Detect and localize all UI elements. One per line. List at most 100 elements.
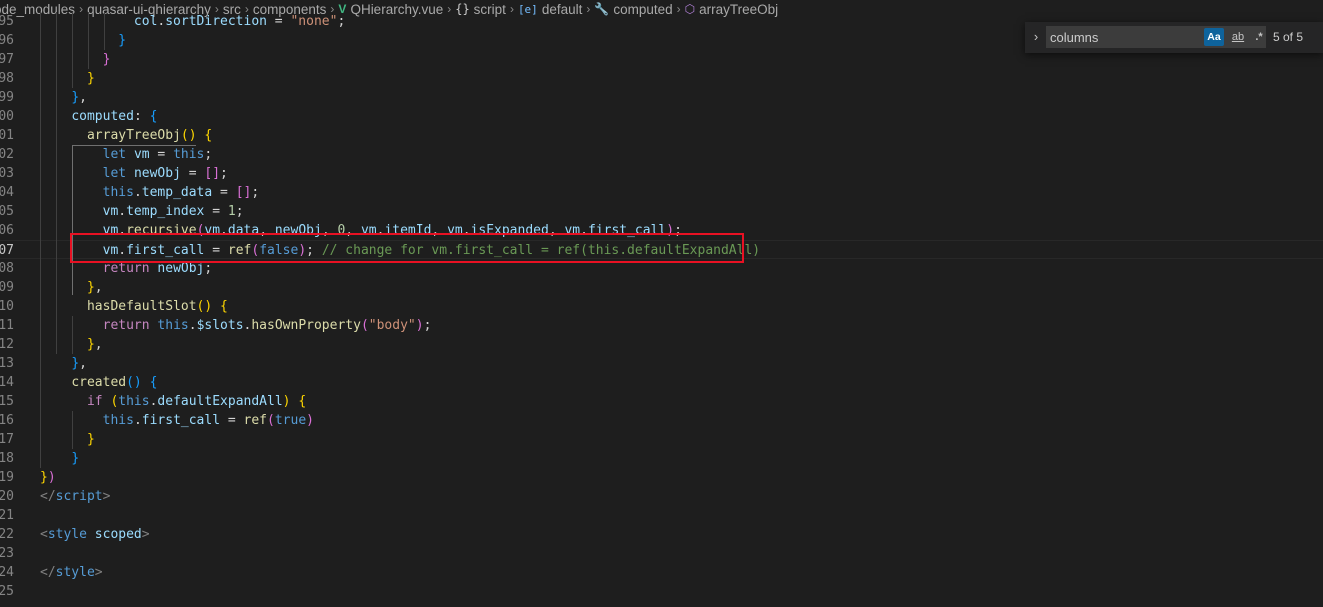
code-line[interactable]: 09 }, xyxy=(0,278,1323,297)
match-count: 5 of 5 xyxy=(1273,30,1304,44)
line-number: 99 xyxy=(0,90,14,105)
line-number: 96 xyxy=(0,33,14,48)
code-token: , xyxy=(79,356,87,371)
code-line[interactable]: 98 } xyxy=(0,69,1323,88)
code-token: this xyxy=(102,413,134,428)
code-text: </style> xyxy=(40,563,103,582)
code-line[interactable]: 22 <style scoped> xyxy=(0,525,1323,544)
code-line[interactable]: 18 } xyxy=(0,449,1323,468)
code-token: . xyxy=(118,204,127,219)
code-text: }, xyxy=(40,278,103,297)
code-token: scoped xyxy=(94,527,142,542)
code-text: }, xyxy=(40,354,87,373)
code-line[interactable]: 24 </style> xyxy=(0,563,1323,582)
code-line[interactable]: 03 let newObj = []; xyxy=(0,164,1323,183)
code-line[interactable]: 21 xyxy=(0,506,1323,525)
indent-guide xyxy=(104,12,105,50)
code-token: this xyxy=(102,185,134,200)
code-token: sortDirection xyxy=(165,14,267,29)
code-token: temp_data xyxy=(141,185,213,200)
code-line[interactable]: 04 this.temp_data = []; xyxy=(0,183,1323,202)
match-whole-word-button[interactable]: ab xyxy=(1228,28,1248,46)
code-line[interactable]: 12 }, xyxy=(0,335,1323,354)
code-token: let xyxy=(102,166,127,181)
code-line[interactable]: 02 let vm = this; xyxy=(0,145,1323,164)
find-input-container: Aa ab .* xyxy=(1046,26,1266,48)
code-text: return this.$slots.hasOwnProperty("body"… xyxy=(40,316,432,335)
find-input[interactable] xyxy=(1050,26,1190,48)
code-line[interactable]: 10 hasDefaultSlot() { xyxy=(0,297,1323,316)
line-number: 95 xyxy=(0,14,14,29)
code-token: </ xyxy=(40,565,56,580)
code-token: } xyxy=(86,71,95,86)
code-line[interactable]: 00 computed: { xyxy=(0,107,1323,126)
code-token: . xyxy=(133,413,142,428)
code-token: hasOwnProperty xyxy=(251,318,361,333)
code-line[interactable]: 20 </script> xyxy=(0,487,1323,506)
code-token: return xyxy=(102,318,150,333)
line-number: 24 xyxy=(0,565,14,580)
toggle-replace-chevron-icon[interactable]: › xyxy=(1029,28,1043,46)
code-token: > xyxy=(141,527,150,542)
code-token: = xyxy=(180,166,205,181)
code-token: } xyxy=(86,280,95,295)
code-text: let vm = this; xyxy=(40,145,213,164)
code-token: let xyxy=(102,147,127,162)
code-token: > xyxy=(94,565,103,580)
code-token: "body" xyxy=(368,318,416,333)
code-line[interactable]: 25 xyxy=(0,582,1323,601)
indent-guide xyxy=(72,411,73,449)
code-token: if xyxy=(86,394,103,409)
code-line[interactable]: 19}) xyxy=(0,468,1323,487)
code-text: arrayTreeObj() { xyxy=(40,126,212,145)
code-line[interactable]: 05 vm.temp_index = 1; xyxy=(0,202,1323,221)
code-token: , xyxy=(94,280,103,295)
line-number: 23 xyxy=(0,546,14,561)
code-token: computed xyxy=(71,109,134,124)
line-number: 04 xyxy=(0,185,14,200)
code-token: this xyxy=(157,318,189,333)
code-line[interactable]: 01 arrayTreeObj() { xyxy=(0,126,1323,145)
code-text: col.sortDirection = "none"; xyxy=(40,12,345,31)
code-token: ) xyxy=(47,470,56,485)
code-line[interactable]: 99 }, xyxy=(0,88,1323,107)
line-number: 00 xyxy=(0,109,14,124)
code-token: this xyxy=(118,394,150,409)
line-number: 20 xyxy=(0,489,14,504)
use-regex-button[interactable]: .* xyxy=(1251,28,1267,46)
code-token: ; xyxy=(251,185,260,200)
code-line[interactable]: 13 }, xyxy=(0,354,1323,373)
code-line[interactable]: 11 return this.$slots.hasOwnProperty("bo… xyxy=(0,316,1323,335)
code-line[interactable]: 23 xyxy=(0,544,1323,563)
match-case-button[interactable]: Aa xyxy=(1204,28,1224,46)
line-number: 01 xyxy=(0,128,14,143)
code-line[interactable]: 14 created() { xyxy=(0,373,1323,392)
indent-guide xyxy=(40,12,41,468)
code-text: <style scoped> xyxy=(40,525,150,544)
code-text: } xyxy=(40,430,95,449)
code-token: = xyxy=(149,147,174,162)
code-text: } xyxy=(40,50,111,69)
code-line[interactable]: 15 if (this.defaultExpandAll) { xyxy=(0,392,1323,411)
line-number: 22 xyxy=(0,527,14,542)
code-token: defaultExpandAll xyxy=(157,394,283,409)
code-line[interactable]: 17 } xyxy=(0,430,1323,449)
code-line[interactable]: 16 this.first_call = ref(true) xyxy=(0,411,1323,430)
line-number: 08 xyxy=(0,261,14,276)
code-text: } xyxy=(40,449,79,468)
line-number: 15 xyxy=(0,394,14,409)
code-text: this.first_call = ref(true) xyxy=(40,411,314,430)
code-token: } xyxy=(71,356,80,371)
find-widget: › Aa ab .* 5 of 5 xyxy=(1025,22,1323,53)
code-token: true xyxy=(274,413,307,428)
code-token: } xyxy=(86,432,95,447)
line-number: 10 xyxy=(0,299,14,314)
code-token: this xyxy=(173,147,205,162)
code-token: } xyxy=(118,33,127,48)
